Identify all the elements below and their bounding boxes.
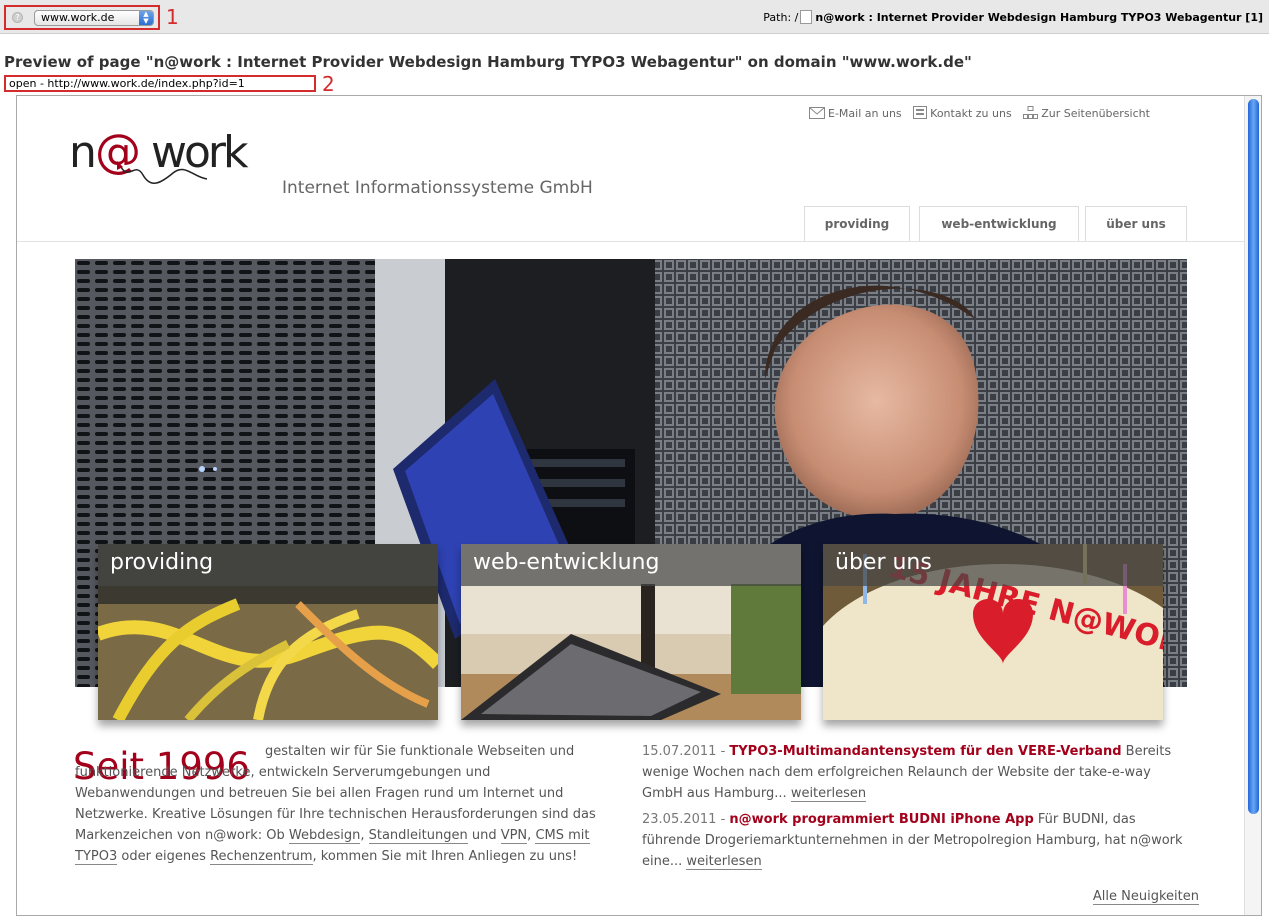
scrollbar-thumb[interactable] (1248, 99, 1259, 814)
readmore-link[interactable]: weiterlesen (790, 786, 867, 802)
path-page-title[interactable]: n@work : Internet Provider Webdesign Ham… (815, 11, 1263, 24)
email-link[interactable]: E-Mail an uns (809, 107, 905, 120)
news-date: 15.07.2011 - (642, 744, 730, 759)
teaser-label-providing: providing (110, 550, 214, 575)
page-path: Path: / n@work : Internet Provider Webdes… (763, 10, 1263, 24)
preview-title: Preview of page "n@work : Internet Provi… (4, 53, 972, 71)
sitemap-link[interactable]: Zur Seitenübersicht (1023, 106, 1150, 120)
logo-tagline: Internet Informationssysteme GmbH (282, 178, 593, 198)
teaser-label-ueber-uns: über uns (835, 550, 932, 575)
logo-mark: n @ work (69, 124, 252, 184)
teaser-label-web-entwicklung: web-entwicklung (473, 550, 660, 575)
teaser-providing[interactable]: providing (98, 544, 438, 720)
link-webdesign[interactable]: Webdesign (288, 828, 361, 844)
vertical-scrollbar[interactable] (1244, 96, 1261, 915)
domain-select-value: www.work.de (41, 11, 115, 24)
news-title-link[interactable]: TYPO3-Multimandantensystem für den VERE-… (729, 744, 1121, 759)
annotation-marker-2: 2 (322, 72, 335, 96)
contact-icon (913, 106, 928, 119)
intro-sep: oder eigenes (117, 849, 211, 864)
all-news-link[interactable]: Alle Neuigkeiten (1092, 889, 1199, 905)
intro-sep: , (360, 828, 369, 843)
domain-select[interactable]: www.work.de ▲ ▼ (34, 10, 154, 26)
help-icon[interactable]: ? (12, 12, 23, 23)
annotation-marker-1: 1 (166, 5, 179, 29)
envelope-icon (809, 107, 825, 119)
nav-tab-web-entwicklung[interactable]: web-entwicklung (919, 206, 1079, 242)
utility-links: E-Mail an uns Kontakt zu uns Zur Seitenü… (809, 106, 1158, 120)
intro-text-part: , kommen Sie mit Ihren Anliegen zu uns! (312, 849, 578, 864)
link-vpn[interactable]: VPN (500, 828, 528, 844)
backend-toolbar: ? www.work.de ▲ ▼ 1 Path: / n@work : Inter… (0, 0, 1269, 34)
page-preview-frame: E-Mail an uns Kontakt zu uns Zur Seitenü… (16, 95, 1262, 916)
news-title-link[interactable]: n@work programmiert BUDNI iPhone App (729, 812, 1033, 827)
contact-link-label: Kontakt zu uns (930, 107, 1012, 120)
news-item: 15.07.2011 - TYPO3-Multimandantensystem … (642, 741, 1187, 804)
open-link[interactable]: open - http://www.work.de/index.php?id=1 (4, 75, 316, 92)
contact-link[interactable]: Kontakt zu uns (913, 106, 1015, 120)
header-divider (17, 241, 1246, 242)
page-icon (800, 10, 813, 24)
email-link-label: E-Mail an uns (828, 107, 902, 120)
svg-text:work: work (151, 127, 249, 178)
news-date: 23.05.2011 - (642, 812, 730, 827)
sitemap-icon (1023, 106, 1039, 119)
intro-text: gestalten wir für Sie funktionale Websei… (75, 741, 605, 867)
select-arrows-icon: ▲ ▼ (139, 11, 153, 25)
news-list: 15.07.2011 - TYPO3-Multimandantensystem … (642, 741, 1187, 877)
nwork-logo[interactable]: n @ work Internet Informationssysteme Gm… (69, 121, 593, 198)
domain-highlight-box: ? www.work.de ▲ ▼ (4, 5, 160, 30)
nav-tab-providing[interactable]: providing (804, 206, 910, 242)
svg-text:n: n (69, 127, 95, 178)
sitemap-link-label: Zur Seitenübersicht (1041, 107, 1150, 120)
path-label: Path: / (763, 11, 799, 24)
intro-sep: und (467, 828, 501, 843)
nav-tab-ueber-uns[interactable]: über uns (1085, 206, 1187, 242)
teaser-ueber-uns[interactable]: 15 JAHRE N@WORK über uns (823, 544, 1163, 720)
readmore-link[interactable]: weiterlesen (686, 854, 762, 870)
link-rechenzentrum[interactable]: Rechenzentrum (210, 849, 313, 865)
news-item: 23.05.2011 - n@work programmiert BUDNI i… (642, 809, 1187, 872)
link-standleitungen[interactable]: Standleitungen (368, 828, 468, 844)
teaser-web-entwicklung[interactable]: web-entwicklung (461, 544, 801, 720)
